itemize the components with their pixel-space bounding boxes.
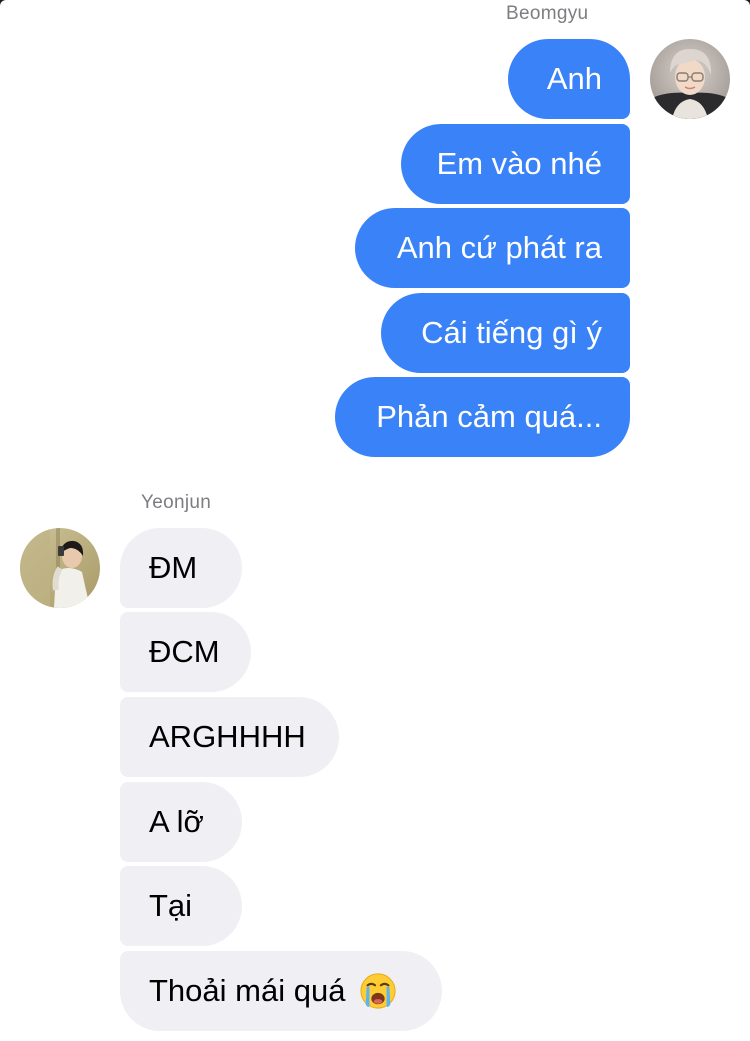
- sender-name-left: Yeonjun: [141, 492, 212, 513]
- avatar-yeonjun[interactable]: [20, 528, 100, 608]
- loudly-crying-face-icon: [360, 973, 397, 1009]
- message-text: Thoải mái quá: [149, 973, 346, 1008]
- message-text: ARGHHHH: [149, 719, 306, 754]
- incoming-message[interactable]: Tại: [120, 866, 242, 946]
- message-text: Tại: [149, 888, 193, 923]
- message-text: ĐM: [149, 550, 198, 585]
- outgoing-message[interactable]: Phản cảm quá...: [335, 377, 630, 457]
- outgoing-message[interactable]: Anh: [508, 39, 630, 119]
- outgoing-message[interactable]: Em vào nhé: [401, 124, 630, 204]
- outgoing-message[interactable]: Anh cứ phát ra: [355, 208, 630, 288]
- message-text: Cái tiếng gì ý: [421, 315, 602, 350]
- avatar-photo-beomgyu-icon: [650, 39, 730, 119]
- message-text: ĐCM: [149, 634, 220, 669]
- avatar-beomgyu[interactable]: [650, 39, 730, 119]
- incoming-message[interactable]: ARGHHHH: [120, 697, 339, 777]
- message-text: A lỡ: [149, 804, 204, 839]
- incoming-message[interactable]: A lỡ: [120, 782, 242, 862]
- outgoing-message[interactable]: Cái tiếng gì ý: [381, 293, 630, 373]
- sender-name-right: Beomgyu: [506, 3, 589, 24]
- message-text: Anh cứ phát ra: [396, 230, 602, 265]
- incoming-message[interactable]: Thoải mái quá: [120, 951, 442, 1031]
- message-text: Anh: [546, 61, 602, 96]
- incoming-message[interactable]: ĐM: [120, 528, 242, 608]
- message-text: Em vào nhé: [436, 146, 602, 181]
- incoming-message[interactable]: ĐCM: [120, 612, 251, 692]
- avatar-photo-yeonjun-icon: [20, 528, 100, 608]
- message-text: Phản cảm quá...: [376, 399, 602, 434]
- chat-screen: Beomgyu Anh Em vào nhé Anh cứ phát ra Cá…: [0, 0, 750, 1041]
